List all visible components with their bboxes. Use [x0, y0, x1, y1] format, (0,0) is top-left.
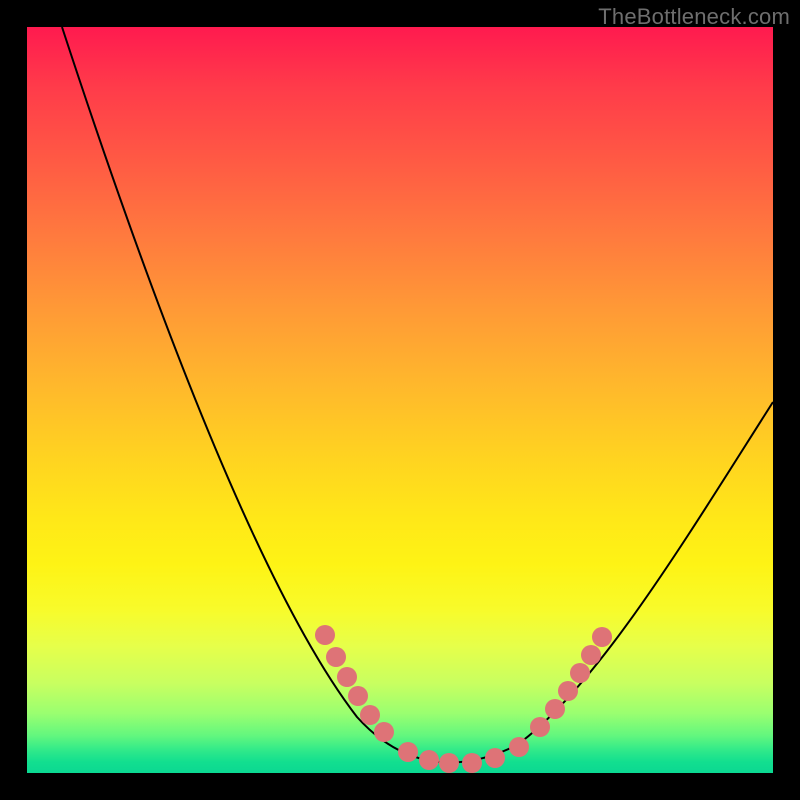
- marker-dot: [398, 742, 418, 762]
- marker-dot: [337, 667, 357, 687]
- marker-dot: [570, 663, 590, 683]
- marker-dot: [509, 737, 529, 757]
- curve-layer: [27, 27, 773, 773]
- marker-dot: [315, 625, 335, 645]
- chart-frame: TheBottleneck.com: [0, 0, 800, 800]
- marker-dot: [326, 647, 346, 667]
- marker-dot: [592, 627, 612, 647]
- marker-dot: [545, 699, 565, 719]
- marker-dot: [439, 753, 459, 773]
- marker-dot: [360, 705, 380, 725]
- marker-dot: [581, 645, 601, 665]
- watermark-text: TheBottleneck.com: [598, 4, 790, 30]
- marker-dot: [374, 722, 394, 742]
- marker-dot: [485, 748, 505, 768]
- marker-group: [315, 625, 612, 773]
- bottleneck-curve: [62, 27, 773, 763]
- marker-dot: [530, 717, 550, 737]
- marker-dot: [462, 753, 482, 773]
- marker-dot: [419, 750, 439, 770]
- marker-dot: [348, 686, 368, 706]
- marker-dot: [558, 681, 578, 701]
